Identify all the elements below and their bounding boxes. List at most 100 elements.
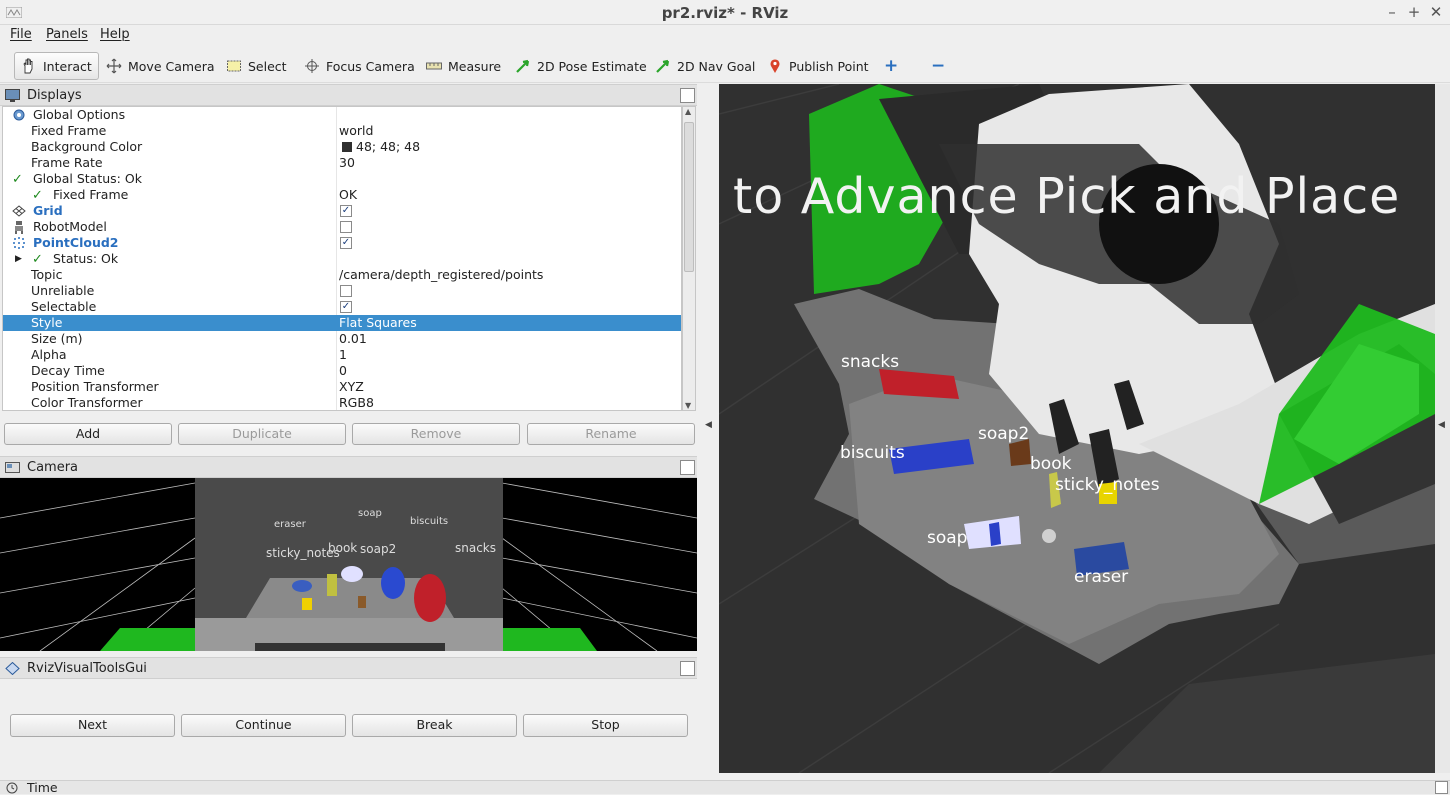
- tree-row-pointcloud2[interactable]: PointCloud2 ✓: [3, 235, 681, 251]
- tree-row-fixed-frame-status[interactable]: ✓ Fixed Frame OK: [3, 187, 681, 203]
- row-value[interactable]: world: [339, 123, 373, 139]
- camera-view[interactable]: eraser soap biscuits sticky_notes book s…: [0, 478, 697, 651]
- minimize-button[interactable]: –: [1383, 3, 1401, 21]
- tool-publish-point[interactable]: Publish Point: [761, 52, 875, 80]
- camera-label-soap2: soap2: [360, 542, 397, 556]
- tree-row-status-ok[interactable]: ▶ ✓ Status: Ok: [3, 251, 681, 267]
- scroll-up-arrow-icon[interactable]: ▲: [685, 107, 691, 116]
- row-name: Color Transformer: [31, 395, 143, 410]
- row-name: RobotModel: [33, 219, 107, 234]
- camera-panel-header: Camera: [0, 456, 697, 478]
- row-value[interactable]: 1: [339, 347, 347, 363]
- tree-row-size[interactable]: Size (m) 0.01: [3, 331, 681, 347]
- tree-row-alpha[interactable]: Alpha 1: [3, 347, 681, 363]
- scrollbar-thumb[interactable]: [684, 122, 694, 272]
- tool-select[interactable]: Select: [220, 52, 293, 80]
- row-value[interactable]: /camera/depth_registered/points: [339, 267, 543, 283]
- robot-icon: [15, 221, 23, 234]
- collapse-right-arrow-icon[interactable]: ◀: [1438, 420, 1445, 430]
- tree-row-global-options[interactable]: Global Options: [3, 107, 681, 123]
- camera-float-checkbox[interactable]: [680, 460, 695, 475]
- collapse-left-arrow-icon[interactable]: ◀: [705, 420, 712, 430]
- unreliable-checkbox[interactable]: [340, 285, 352, 297]
- right-dock-strip[interactable]: ◀: [1435, 84, 1450, 773]
- column-separator: [336, 107, 337, 123]
- next-button[interactable]: Next: [10, 714, 175, 737]
- tree-row-position-transformer[interactable]: Position Transformer XYZ: [3, 379, 681, 395]
- time-float-checkbox[interactable]: [1435, 781, 1448, 794]
- column-separator: [336, 139, 337, 155]
- tree-row-selectable[interactable]: Selectable ✓: [3, 299, 681, 315]
- row-value[interactable]: 48; 48; 48: [356, 139, 420, 155]
- row-value[interactable]: Flat Squares: [339, 315, 417, 331]
- tree-row-grid[interactable]: Grid ✓: [3, 203, 681, 219]
- stop-button[interactable]: Stop: [523, 714, 688, 737]
- break-button[interactable]: Break: [352, 714, 517, 737]
- close-button[interactable]: ✕: [1427, 3, 1445, 21]
- render-3d-view[interactable]: to Advance Pick and Place snacks biscuit…: [719, 84, 1435, 773]
- expand-arrow-icon[interactable]: ▶: [15, 251, 22, 267]
- tree-row-decay-time[interactable]: Decay Time 0: [3, 363, 681, 379]
- maximize-button[interactable]: +: [1405, 3, 1423, 21]
- add-display-button[interactable]: Add: [4, 423, 172, 445]
- tree-row-style[interactable]: Style Flat Squares: [3, 315, 681, 331]
- tool-focus-camera[interactable]: Focus Camera: [298, 52, 421, 80]
- row-value[interactable]: RGB8: [339, 395, 374, 410]
- row-name: Alpha: [31, 347, 67, 362]
- column-separator: [336, 395, 337, 410]
- displays-tree[interactable]: Global Options Fixed Frame world Backgro…: [2, 106, 682, 411]
- menu-file[interactable]: File: [10, 27, 32, 42]
- rename-display-button[interactable]: Rename: [527, 423, 695, 445]
- displays-float-checkbox[interactable]: [680, 88, 695, 103]
- tree-row-frame-rate[interactable]: Frame Rate 30: [3, 155, 681, 171]
- status-ok-icon: ✓: [12, 172, 23, 187]
- add-tool-button[interactable]: +: [878, 52, 904, 80]
- row-name: Position Transformer: [31, 379, 159, 394]
- remove-tool-button[interactable]: −: [925, 52, 951, 80]
- tool-2d-pose-estimate[interactable]: 2D Pose Estimate: [509, 52, 653, 80]
- row-value[interactable]: 0: [339, 363, 347, 379]
- row-name: Status: Ok: [53, 251, 119, 266]
- tool-move-camera[interactable]: Move Camera: [100, 52, 221, 80]
- continue-button[interactable]: Continue: [181, 714, 346, 737]
- monitor-icon: [5, 89, 20, 102]
- selectable-checkbox[interactable]: ✓: [340, 301, 352, 313]
- duplicate-display-button[interactable]: Duplicate: [178, 423, 346, 445]
- displays-scrollbar[interactable]: ▲ ▼: [682, 106, 696, 411]
- column-separator: [336, 267, 337, 283]
- tool-2d-nav-goal[interactable]: 2D Nav Goal: [649, 52, 761, 80]
- menu-help[interactable]: Help: [100, 27, 130, 42]
- toolbar: Interact Move Camera Select Focus Camera…: [0, 47, 1450, 83]
- tree-row-global-status[interactable]: ✓ Global Status: Ok: [3, 171, 681, 187]
- tool-interact-label: Interact: [43, 58, 92, 74]
- gear-icon: [13, 109, 25, 121]
- crosshair-icon: [305, 59, 319, 73]
- tree-row-unreliable[interactable]: Unreliable: [3, 283, 681, 299]
- title-bar: pr2.rviz* - RViz – + ✕: [0, 0, 1450, 25]
- tree-row-fixed-frame[interactable]: Fixed Frame world: [3, 123, 681, 139]
- menu-panels[interactable]: Panels: [46, 27, 88, 42]
- row-value[interactable]: XYZ: [339, 379, 364, 395]
- label-eraser: eraser: [1074, 567, 1129, 587]
- label-soap2: soap2: [978, 424, 1030, 444]
- tree-row-background-color[interactable]: Background Color 48; 48; 48: [3, 139, 681, 155]
- robotmodel-enabled-checkbox[interactable]: [340, 221, 352, 233]
- camera-scene: [0, 478, 697, 651]
- tree-row-topic[interactable]: Topic /camera/depth_registered/points: [3, 267, 681, 283]
- row-value[interactable]: 30: [339, 155, 355, 171]
- visual-tools-float-checkbox[interactable]: [680, 661, 695, 676]
- pointcloud-icon: [13, 237, 25, 249]
- scroll-down-arrow-icon[interactable]: ▼: [685, 401, 691, 410]
- tree-row-color-transformer[interactable]: Color Transformer RGB8: [3, 395, 681, 410]
- tool-interact[interactable]: Interact: [14, 52, 99, 80]
- column-separator: [336, 379, 337, 395]
- pointcloud2-enabled-checkbox[interactable]: ✓: [340, 237, 352, 249]
- tree-row-robotmodel[interactable]: RobotModel: [3, 219, 681, 235]
- camera-icon: [5, 462, 20, 473]
- row-value[interactable]: 0.01: [339, 331, 367, 347]
- grid-enabled-checkbox[interactable]: ✓: [340, 205, 352, 217]
- panel-splitter[interactable]: ◀: [697, 84, 719, 780]
- tool-measure[interactable]: Measure: [420, 52, 507, 80]
- remove-display-button[interactable]: Remove: [352, 423, 520, 445]
- tool-select-label: Select: [248, 58, 287, 74]
